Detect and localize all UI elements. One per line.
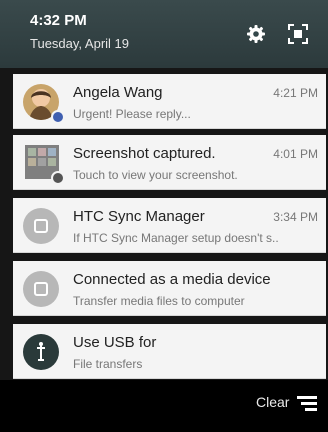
notification-subtitle: If HTC Sync Manager setup doesn't s.. [73, 231, 279, 245]
notification-title: Connected as a media device [73, 271, 271, 288]
usb-icon [23, 334, 59, 370]
notification-subtitle: Touch to view your screenshot. [73, 168, 238, 182]
notification-time: 3:34 PM [273, 210, 318, 224]
message-badge-icon [51, 110, 65, 124]
clock-time: 4:32 PM [30, 12, 87, 29]
notification-subtitle: Urgent! Please reply... [73, 107, 191, 121]
clear-all-button[interactable]: Clear [256, 394, 289, 410]
notification-title: Angela Wang [73, 84, 163, 101]
notification-title: Screenshot captured. [73, 145, 216, 162]
clear-all-icon[interactable] [296, 394, 318, 412]
screenshot-icon[interactable] [286, 22, 310, 46]
notification-htc-sync[interactable]: HTC Sync Manager If HTC Sync Manager set… [13, 198, 326, 253]
notification-title: Use USB for [73, 334, 157, 351]
status-header: 4:32 PM Tuesday, April 19 [0, 0, 328, 68]
notification-media-device[interactable]: Connected as a media device Transfer med… [13, 261, 326, 316]
notification-time: 4:01 PM [273, 147, 318, 161]
notification-subtitle: File transfers [73, 357, 143, 371]
date-label: Tuesday, April 19 [30, 36, 129, 51]
notification-screenshot[interactable]: Screenshot captured. Touch to view your … [13, 135, 326, 190]
notification-title: HTC Sync Manager [73, 208, 205, 225]
media-icon [23, 271, 59, 307]
notification-angela-wang[interactable]: Angela Wang Urgent! Please reply... 4:21… [13, 74, 326, 129]
screenshot-badge-icon [51, 171, 65, 185]
notification-subtitle: Transfer media files to computer [73, 294, 245, 308]
notification-usb[interactable]: Use USB for File transfers [13, 324, 326, 379]
settings-icon[interactable] [244, 22, 268, 46]
sync-icon [23, 208, 59, 244]
notification-time: 4:21 PM [273, 86, 318, 100]
